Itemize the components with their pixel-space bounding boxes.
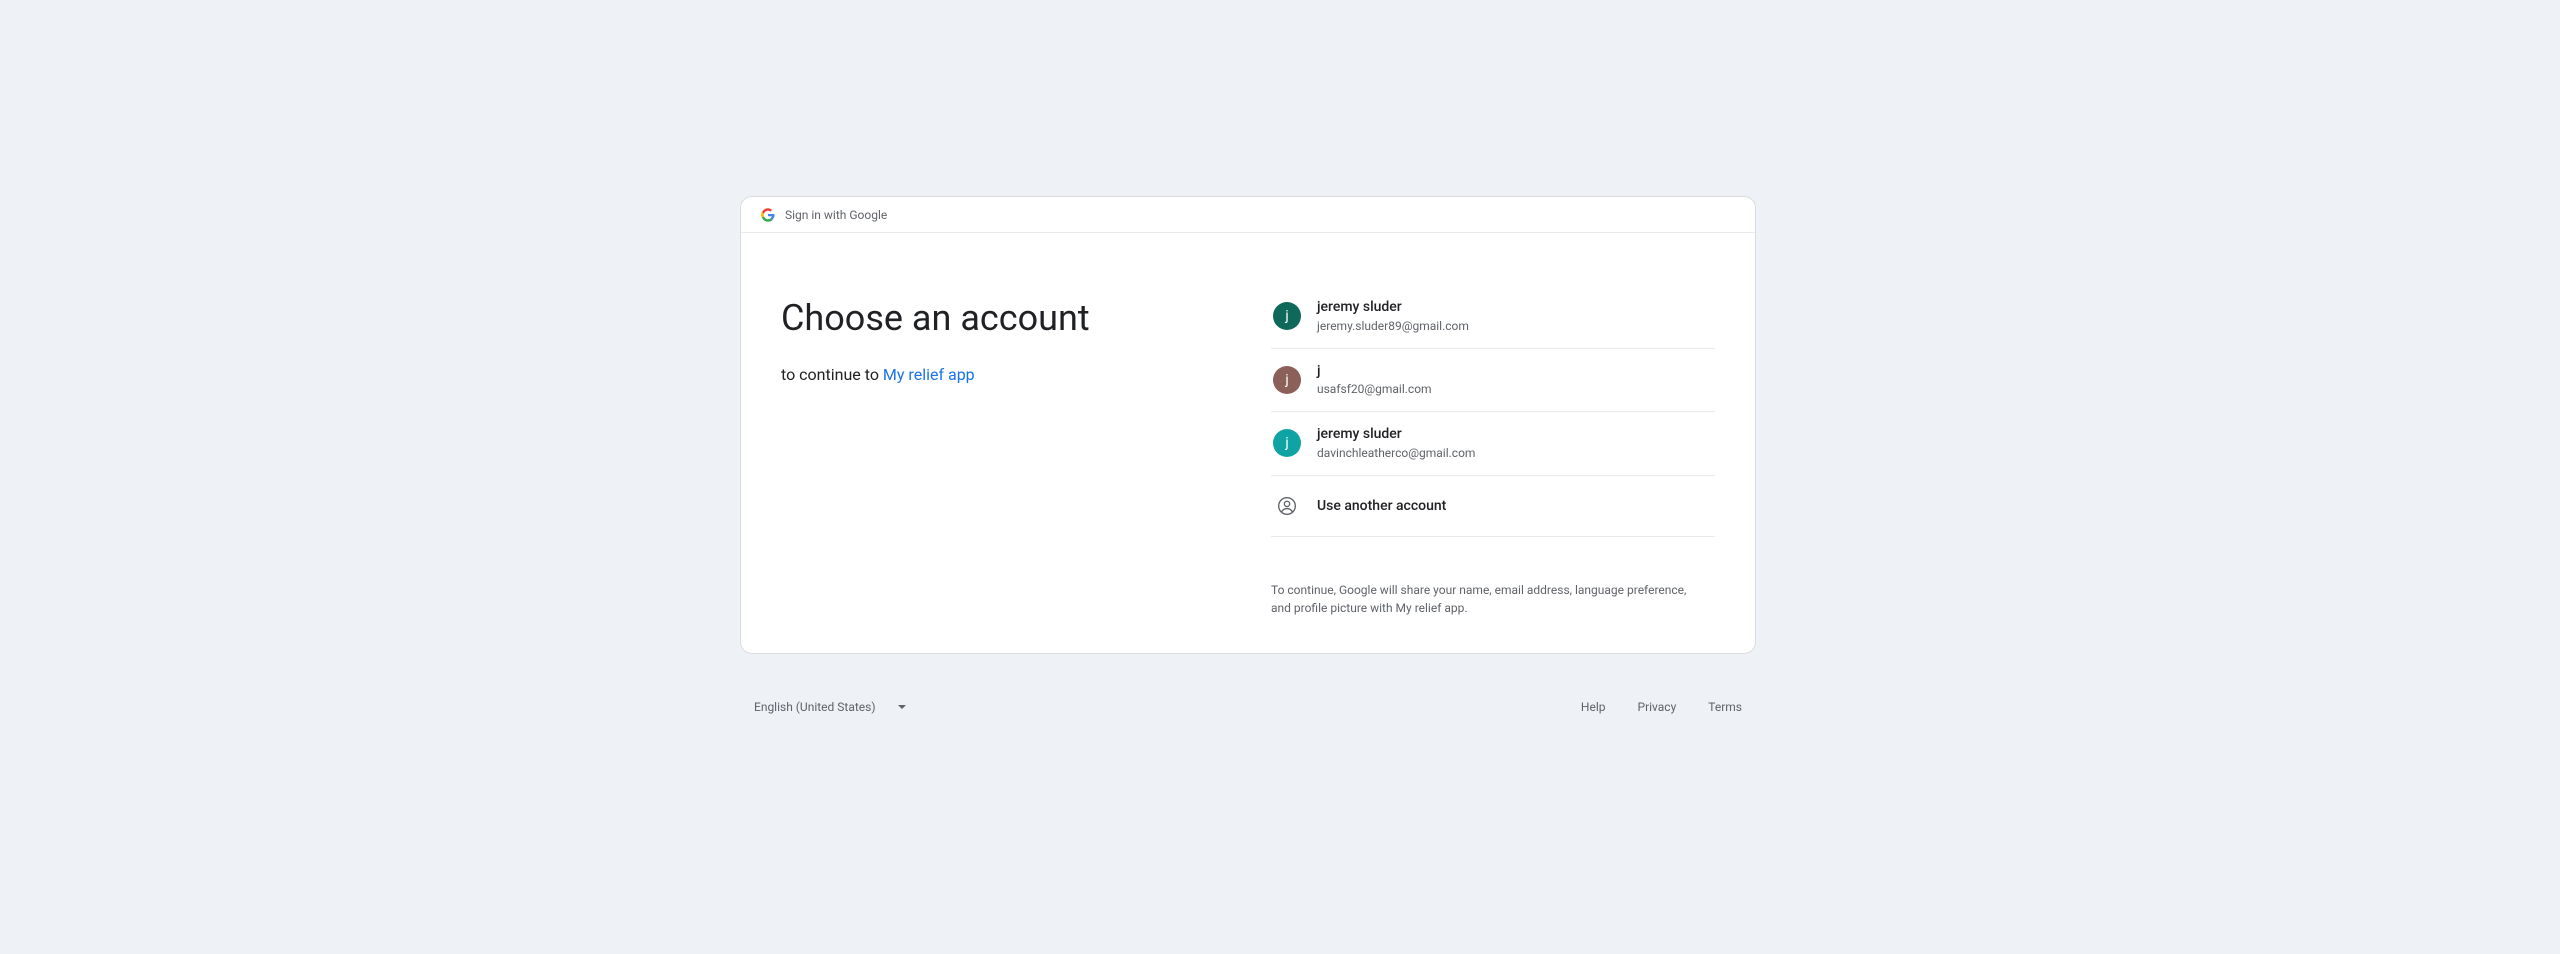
signin-card: Sign in with Google Choose an account to… [740,196,1756,654]
account-text: jeremy sluder davinchleatherco@gmail.com [1317,426,1475,461]
right-column: jjeremy sluderjeremy.sluder89@gmail.comj… [1271,297,1715,617]
account-email: usafsf20@gmail.com [1317,382,1432,397]
app-link[interactable]: My relief app [883,365,975,384]
account-row[interactable]: jjusafsf20@gmail.com [1271,349,1715,413]
footer-links: Help Privacy Terms [1581,700,1742,714]
account-row[interactable]: j jeremy sluder jeremy.sluder89@gmail.com [1271,297,1715,349]
chevron-down-icon [898,705,906,709]
page-title: Choose an account [781,297,1271,339]
account-list: jjeremy sluderjeremy.sluder89@gmail.comj… [1271,297,1715,476]
card-body: Choose an account to continue to My reli… [741,233,1755,653]
google-logo-icon [761,208,775,222]
card-header: Sign in with Google [741,197,1755,233]
account-name: j [1317,363,1432,381]
help-link[interactable]: Help [1581,700,1606,714]
account-email: davinchleatherco@gmail.com [1317,446,1475,461]
header-label: Sign in with Google [785,209,887,221]
footer: English (United States) Help Privacy Ter… [740,700,1756,714]
account-row[interactable]: j jeremy sluder davinchleatherco@gmail.com [1271,412,1715,476]
privacy-link[interactable]: Privacy [1638,700,1677,714]
avatar: j [1273,429,1301,457]
disclosure-text: To continue, Google will share your name… [1271,581,1691,617]
account-email: jeremy.sluder89@gmail.com [1317,319,1469,334]
use-another-label: Use another account [1317,498,1446,514]
account-text: jeremy sluder jeremy.sluder89@gmail.com [1317,299,1469,334]
user-circle-icon [1273,492,1301,520]
subheading: to continue to My relief app [781,365,1271,384]
use-another-account[interactable]: Use another account [1271,476,1715,537]
language-selector[interactable]: English (United States) [754,700,906,714]
account-name: jeremy sluder [1317,299,1469,317]
account-name: jeremy sluder [1317,426,1475,444]
subheading-prefix: to continue to [781,365,883,384]
left-column: Choose an account to continue to My reli… [781,297,1271,617]
terms-link[interactable]: Terms [1708,700,1742,714]
avatar: j [1273,366,1301,394]
avatar: j [1273,302,1301,330]
account-text: jusafsf20@gmail.com [1317,363,1432,398]
language-label: English (United States) [754,700,876,714]
